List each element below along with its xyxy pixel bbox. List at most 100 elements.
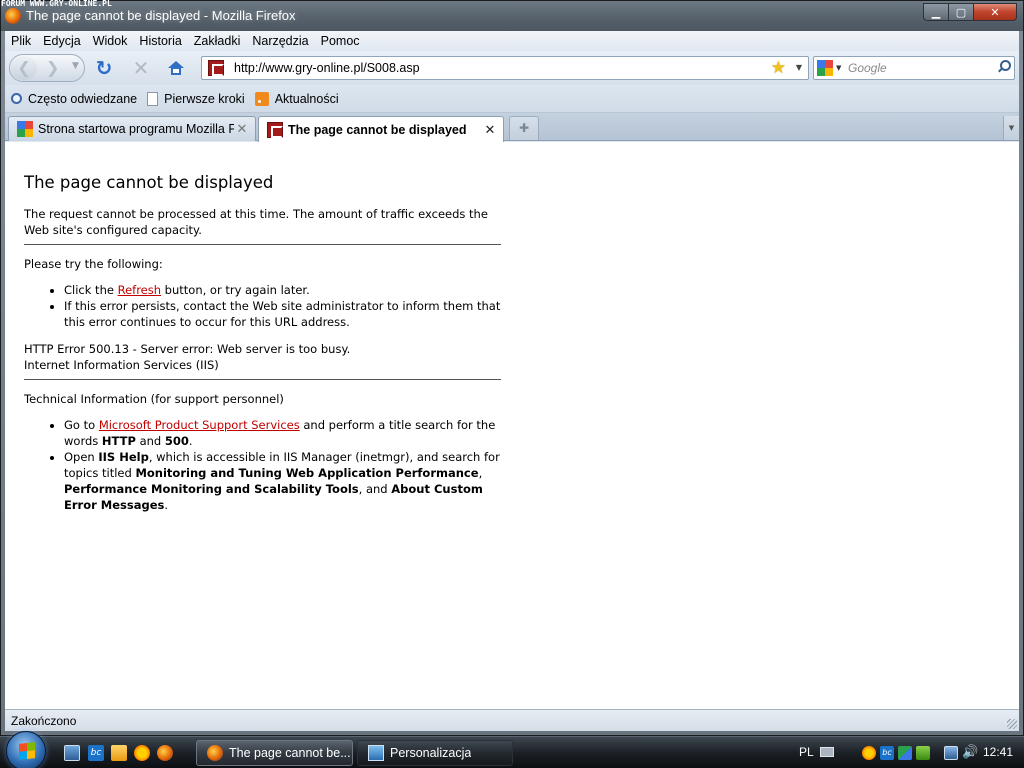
media-player-icon[interactable]	[111, 745, 127, 761]
back-forward-group: ❮ ❯ ▼	[9, 54, 85, 82]
bookmark-aktualnosci[interactable]: Aktualności	[254, 91, 339, 106]
address-bar[interactable]: http://www.gry-online.pl/S008.asp ★ ▼	[201, 56, 809, 80]
network-icon[interactable]	[944, 746, 958, 760]
menu-bar: Plik Edycja Widok Historia Zakładki Narz…	[5, 31, 1019, 51]
divider	[24, 244, 501, 245]
firefox-icon	[207, 745, 223, 761]
bookmark-star-icon[interactable]: ★	[771, 58, 786, 78]
error-code-text: HTTP Error 500.13 - Server error: Web se…	[24, 342, 351, 356]
close-button[interactable]: ✕	[973, 3, 1017, 21]
bookmark-label: Aktualności	[274, 91, 339, 106]
language-indicator[interactable]: PL	[799, 745, 814, 759]
site-favicon-icon	[208, 60, 224, 76]
rss-feed-icon	[254, 91, 269, 106]
tab-close-icon[interactable]: ✕	[234, 121, 250, 137]
support-services-link[interactable]: Microsoft Product Support Services	[99, 418, 300, 432]
maximize-button[interactable]: ▢	[948, 3, 974, 21]
tab-close-icon[interactable]: ✕	[482, 122, 498, 138]
taskbar-firefox-button[interactable]: The page cannot be...	[196, 740, 353, 766]
tech-heading: Technical Information (for support perso…	[24, 392, 284, 406]
task-label: Personalizacja	[390, 746, 472, 760]
bookmark-pierwsze-kroki[interactable]: Pierwsze kroki	[147, 91, 245, 106]
search-bar: ▼	[813, 56, 1015, 80]
history-dropdown-icon[interactable]: ▼	[72, 61, 79, 71]
page-content: The page cannot be displayed The request…	[5, 142, 1019, 709]
navigation-toolbar: ❮ ❯ ▼ ↻ ✕ http://www.gry-online.pl/S008.…	[5, 51, 1019, 85]
menu-historia[interactable]: Historia	[133, 34, 187, 48]
tray-sun-icon[interactable]	[862, 746, 876, 760]
new-tab-icon[interactable]: ✚	[509, 116, 539, 140]
refresh-link[interactable]: Refresh	[118, 283, 161, 297]
menu-plik[interactable]: Plik	[5, 34, 37, 48]
taskbar-personalizacja-button[interactable]: Personalizacja	[357, 740, 513, 766]
server-text: Internet Information Services (IIS)	[24, 358, 219, 372]
tab-bar: Strona startowa programu Mozilla F... ✕ …	[5, 113, 1019, 142]
windows-logo-icon	[19, 742, 35, 760]
menu-zakladki[interactable]: Zakładki	[188, 34, 247, 48]
bookmark-czesto-odwiedzane[interactable]: Często odwiedzane	[11, 92, 137, 106]
show-desktop-icon[interactable]	[64, 745, 80, 761]
bc-app-icon[interactable]: bc	[88, 745, 104, 761]
list-item: Go to Microsoft Product Support Services…	[64, 417, 504, 449]
start-button[interactable]	[6, 731, 46, 768]
minimize-button[interactable]: ▁	[923, 3, 949, 21]
status-bar: Zakończono	[5, 709, 1019, 731]
bookmark-label: Często odwiedzane	[28, 91, 138, 106]
firefox-window: The page cannot be displayed - Mozilla F…	[0, 0, 1024, 736]
page-icon	[147, 91, 159, 106]
firefox-icon	[5, 8, 21, 24]
menu-narzedzia[interactable]: Narzędzia	[246, 34, 314, 48]
display-settings-icon	[368, 745, 384, 761]
browser-client: Plik Edycja Widok Historia Zakładki Narz…	[5, 31, 1019, 731]
title-bar[interactable]: The page cannot be displayed - Mozilla F…	[1, 1, 1023, 31]
tech-list: Go to Microsoft Product Support Services…	[24, 417, 504, 513]
tab-label: Strona startowa programu Mozilla F...	[38, 122, 234, 136]
stop-icon[interactable]: ✕	[130, 56, 152, 80]
url-dropdown-icon[interactable]: ▼	[796, 63, 802, 72]
list-item: Open IIS Help, which is accessible in II…	[64, 449, 504, 513]
page-heading: The page cannot be displayed	[24, 173, 274, 192]
tray-app-icon[interactable]	[898, 746, 912, 760]
tray-bc-icon[interactable]: bc	[880, 746, 894, 760]
list-item: Click the Refresh button, or try again l…	[64, 282, 504, 298]
resize-grip-icon[interactable]	[1007, 719, 1017, 729]
taskbar: bc The page cannot be... Personalizacja …	[0, 731, 1024, 768]
search-input[interactable]	[848, 59, 988, 77]
menu-edycja[interactable]: Edycja	[37, 34, 87, 48]
bookmark-label: Pierwsze kroki	[164, 91, 245, 106]
gry-online-favicon-icon	[267, 121, 283, 138]
try-heading: Please try the following:	[24, 257, 163, 271]
divider	[24, 379, 501, 380]
menu-widok[interactable]: Widok	[87, 34, 134, 48]
status-text: Zakończono	[11, 713, 77, 728]
url-text[interactable]: http://www.gry-online.pl/S008.asp	[234, 61, 420, 75]
error-document: The page cannot be displayed The request…	[24, 172, 504, 524]
tab-start-page[interactable]: Strona startowa programu Mozilla F... ✕	[8, 116, 256, 141]
smart-folder-icon	[11, 93, 22, 104]
menu-pomoc[interactable]: Pomoc	[315, 34, 366, 48]
intro-text: The request cannot be processed at this …	[24, 207, 488, 237]
clock[interactable]: 12:41	[983, 745, 1013, 759]
firefox-quicklaunch-icon[interactable]	[157, 745, 173, 761]
reload-icon[interactable]: ↻	[93, 56, 115, 80]
task-label: The page cannot be...	[229, 746, 351, 760]
tab-label: The page cannot be displayed	[288, 122, 467, 137]
back-arrow-icon[interactable]: ❮	[11, 56, 37, 80]
tray-security-icon[interactable]	[916, 746, 930, 760]
engine-dropdown-icon[interactable]: ▼	[836, 64, 841, 72]
google-engine-icon[interactable]	[817, 60, 833, 76]
window-title: The page cannot be displayed - Mozilla F…	[26, 8, 296, 23]
list-item: If this error persists, contact the Web …	[64, 298, 504, 330]
search-icon[interactable]	[997, 60, 1011, 73]
keyboard-icon[interactable]	[820, 747, 834, 757]
bookmarks-toolbar: Często odwiedzane Pierwsze kroki Aktualn…	[5, 85, 1019, 113]
google-favicon-icon	[17, 121, 33, 137]
tab-list-dropdown-icon[interactable]: ▼	[1003, 116, 1019, 140]
volume-icon[interactable]: 🔊	[962, 746, 978, 760]
try-list: Click the Refresh button, or try again l…	[24, 282, 504, 330]
sun-app-icon[interactable]	[134, 745, 150, 761]
home-icon[interactable]	[165, 57, 187, 79]
window-controls: ▁ ▢ ✕	[923, 3, 1017, 21]
forward-arrow-icon[interactable]: ❯	[46, 58, 59, 77]
tab-error-page[interactable]: The page cannot be displayed ✕	[258, 116, 504, 142]
